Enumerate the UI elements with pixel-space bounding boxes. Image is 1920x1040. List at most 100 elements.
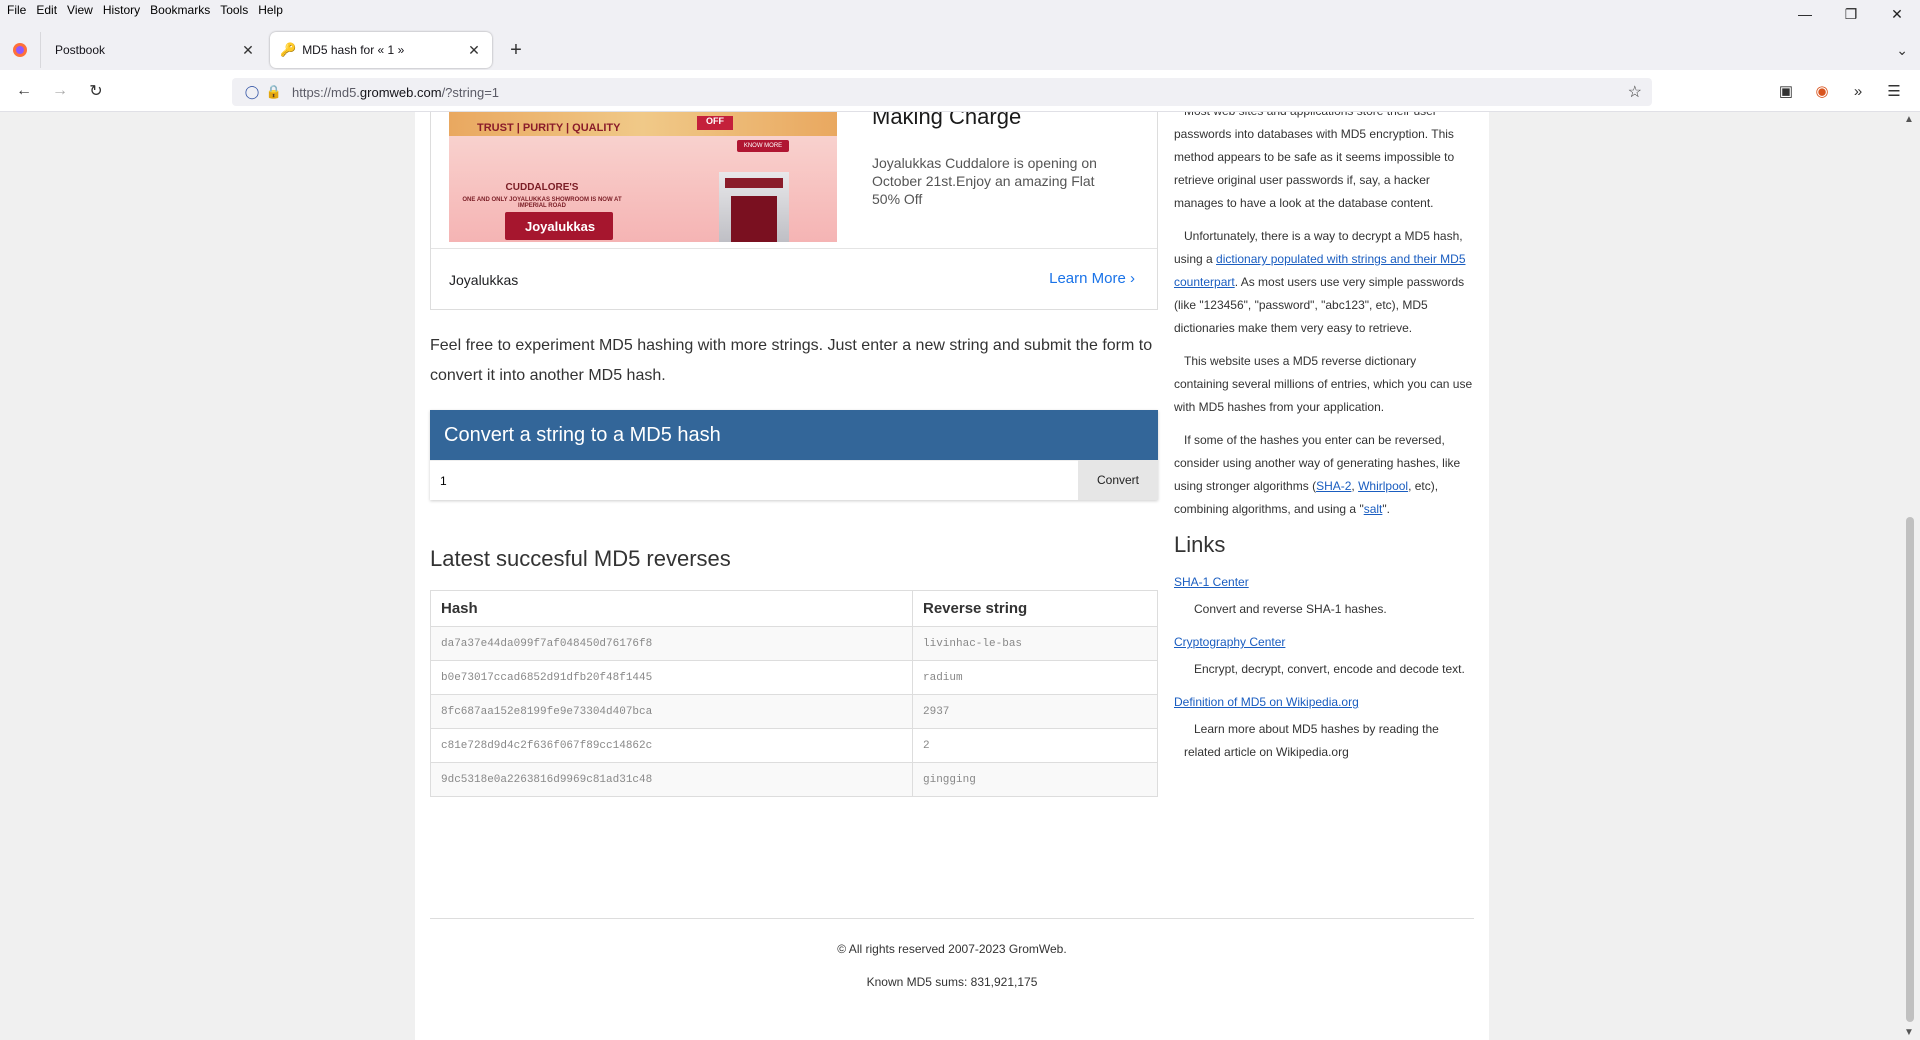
reverse-cell: radium	[912, 660, 1158, 695]
page-content: TRUST | PURITY | QUALITY OFF KNOW MORE C…	[415, 112, 1489, 1040]
tab-postbook[interactable]: Postbook ✕	[40, 32, 266, 68]
column-header-hash: Hash	[430, 590, 913, 627]
close-icon[interactable]: ✕	[466, 42, 482, 59]
scroll-up-icon[interactable]: ▲	[1904, 114, 1914, 125]
menu-icon[interactable]: ☰	[1876, 82, 1912, 100]
reverse-cell: 2937	[912, 694, 1158, 729]
table-row: da7a37e44da099f7af048450d76176f8 livinha…	[430, 626, 1158, 661]
ad-cuddalore-text: CUDDALORE'S	[505, 182, 579, 193]
links-title: Links	[1174, 532, 1226, 557]
reverse-cell: 2	[912, 728, 1158, 763]
chevron-right-icon: ›	[1130, 270, 1135, 287]
copyright-text: © All rights reserved 2007-2023 GromWeb.	[837, 942, 1067, 956]
string-input[interactable]	[430, 460, 1078, 500]
menu-help[interactable]: Help	[253, 3, 288, 17]
tab-md5-hash[interactable]: 🔑 MD5 hash for « 1 » ✕	[270, 32, 492, 68]
key-icon: 🔑	[280, 42, 297, 57]
chevron-down-icon[interactable]: ⌄	[1896, 42, 1908, 59]
table-header-row: Hash Reverse string	[430, 590, 1158, 627]
firefox-icon	[13, 43, 27, 57]
menu-edit[interactable]: Edit	[31, 3, 62, 17]
sidebar: Most web sites and applications store th…	[1174, 112, 1474, 774]
ad-trust-text: TRUST | PURITY | QUALITY	[477, 122, 621, 134]
link-item: Definition of MD5 on Wikipedia.org Learn…	[1174, 691, 1474, 764]
link-description: Convert and reverse SHA-1 hashes.	[1194, 602, 1387, 616]
back-icon[interactable]: ←	[6, 75, 42, 107]
tab-label: Postbook	[55, 43, 106, 57]
convert-panel-title: Convert a string to a MD5 hash	[430, 410, 1158, 460]
reverse-cell: livinhac-le-bas	[912, 626, 1158, 661]
hash-cell: b0e73017ccad6852d91dfb20f48f1445	[430, 660, 913, 695]
sidebar-paragraph-1: Most web sites and applications store th…	[1174, 112, 1455, 210]
known-sums-text: Known MD5 sums: 831,921,175	[866, 975, 1038, 989]
overflow-icon[interactable]: »	[1840, 83, 1876, 100]
reverses-table: Hash Reverse string da7a37e44da099f7af04…	[430, 590, 1158, 797]
sidebar-paragraph-4: If some of the hashes you enter can be r…	[1174, 433, 1461, 516]
close-window-icon[interactable]: ✕	[1874, 0, 1920, 28]
sidebar-paragraph-3: This website uses a MD5 reverse dictiona…	[1174, 354, 1473, 414]
addon-icon[interactable]: ◉	[1804, 82, 1840, 100]
minimize-icon[interactable]: —	[1782, 0, 1828, 28]
page-viewport: TRUST | PURITY | QUALITY OFF KNOW MORE C…	[0, 112, 1920, 1040]
salt-link[interactable]: salt	[1364, 502, 1383, 516]
toolbar-right: ▣ ◉ » ☰	[1768, 70, 1912, 112]
footer-divider	[430, 918, 1474, 919]
lock-icon[interactable]: 🔒	[264, 84, 284, 100]
menu-view[interactable]: View	[62, 3, 98, 17]
menu-bookmarks[interactable]: Bookmarks	[145, 3, 215, 17]
menu-tools[interactable]: Tools	[215, 3, 253, 17]
window-controls: — ❐ ✕	[1782, 0, 1920, 28]
latest-reverses-title: Latest succesful MD5 reverses	[430, 546, 731, 571]
scroll-down-icon[interactable]: ▼	[1904, 1027, 1914, 1038]
extensions-icon[interactable]: ▣	[1768, 82, 1804, 100]
joyalukkas-logo: Joyalukkas	[505, 212, 613, 240]
ad-know-more: KNOW MORE	[737, 140, 789, 152]
menu-file[interactable]: File	[0, 3, 31, 17]
cryptography-center-link[interactable]: Cryptography Center	[1174, 631, 1474, 654]
convert-button[interactable]: Convert	[1078, 460, 1158, 500]
wikipedia-md5-link[interactable]: Definition of MD5 on Wikipedia.org	[1174, 691, 1474, 714]
new-tab-button[interactable]: +	[500, 39, 532, 62]
menu-history[interactable]: History	[98, 3, 145, 17]
sha2-link[interactable]: SHA-2	[1316, 479, 1351, 493]
menu-bar: File Edit View History Bookmarks Tools H…	[0, 0, 1920, 20]
ad-image[interactable]: TRUST | PURITY | QUALITY OFF KNOW MORE C…	[449, 112, 837, 242]
scrollbar-thumb[interactable]	[1906, 517, 1914, 1022]
hash-cell: da7a37e44da099f7af048450d76176f8	[430, 626, 913, 661]
reload-icon[interactable]: ↻	[78, 75, 114, 107]
hash-cell: c81e728d9d4c2f636f067f89cc14862c	[430, 728, 913, 763]
table-row: 9dc5318e0a2263816d9969c81ad31c48 ginggin…	[430, 762, 1158, 797]
link-description: Encrypt, decrypt, convert, encode and de…	[1194, 662, 1465, 676]
convert-panel: Convert a string to a MD5 hash Convert	[430, 410, 1158, 500]
firefox-view-button[interactable]	[0, 30, 40, 70]
reverse-cell: gingging	[912, 762, 1158, 797]
navigation-bar: ← → ↻ ◯ 🔒 https://md5.gromweb.com/?strin…	[0, 70, 1920, 112]
ad-description: Joyalukkas Cuddalore is opening on Octob…	[872, 155, 1097, 207]
ad-learn-more-link[interactable]: Learn More ›	[1049, 270, 1135, 287]
star-icon[interactable]: ☆	[1628, 82, 1642, 102]
table-row: b0e73017ccad6852d91dfb20f48f1445 radium	[430, 660, 1158, 695]
url-text[interactable]: https://md5.gromweb.com/?string=1	[292, 85, 499, 100]
ad-brand: Joyalukkas	[449, 272, 519, 288]
ad-headline[interactable]: Making Charge	[872, 112, 1021, 130]
tab-bar: Postbook ✕ 🔑 MD5 hash for « 1 » ✕ +	[0, 30, 1920, 70]
restore-icon[interactable]: ❐	[1828, 0, 1874, 28]
close-icon[interactable]: ✕	[240, 42, 256, 59]
whirlpool-link[interactable]: Whirlpool	[1358, 479, 1408, 493]
link-item: SHA-1 Center Convert and reverse SHA-1 h…	[1174, 571, 1474, 621]
url-bar[interactable]: ◯ 🔒 https://md5.gromweb.com/?string=1 ☆	[232, 78, 1652, 106]
intro-text: Feel free to experiment MD5 hashing with…	[430, 337, 1153, 384]
link-item: Cryptography Center Encrypt, decrypt, co…	[1174, 631, 1474, 681]
page-scrollbar[interactable]: ▲ ▼	[1900, 112, 1920, 1040]
ad-showroom-text: ONE AND ONLY JOYALUKKAS SHOWROOM IS NOW …	[462, 197, 622, 209]
advertisement[interactable]: TRUST | PURITY | QUALITY OFF KNOW MORE C…	[430, 112, 1158, 310]
shield-icon[interactable]: ◯	[240, 84, 264, 100]
link-description: Learn more about MD5 hashes by reading t…	[1184, 722, 1439, 759]
hash-cell: 9dc5318e0a2263816d9969c81ad31c48	[430, 762, 913, 797]
convert-form: Convert	[430, 460, 1158, 500]
sha1-center-link[interactable]: SHA-1 Center	[1174, 571, 1474, 594]
hash-cell: 8fc687aa152e8199fe9e73304d407bca	[430, 694, 913, 729]
ad-off-badge: OFF	[697, 116, 733, 130]
forward-icon[interactable]: →	[42, 75, 78, 107]
table-row: c81e728d9d4c2f636f067f89cc14862c 2	[430, 728, 1158, 763]
